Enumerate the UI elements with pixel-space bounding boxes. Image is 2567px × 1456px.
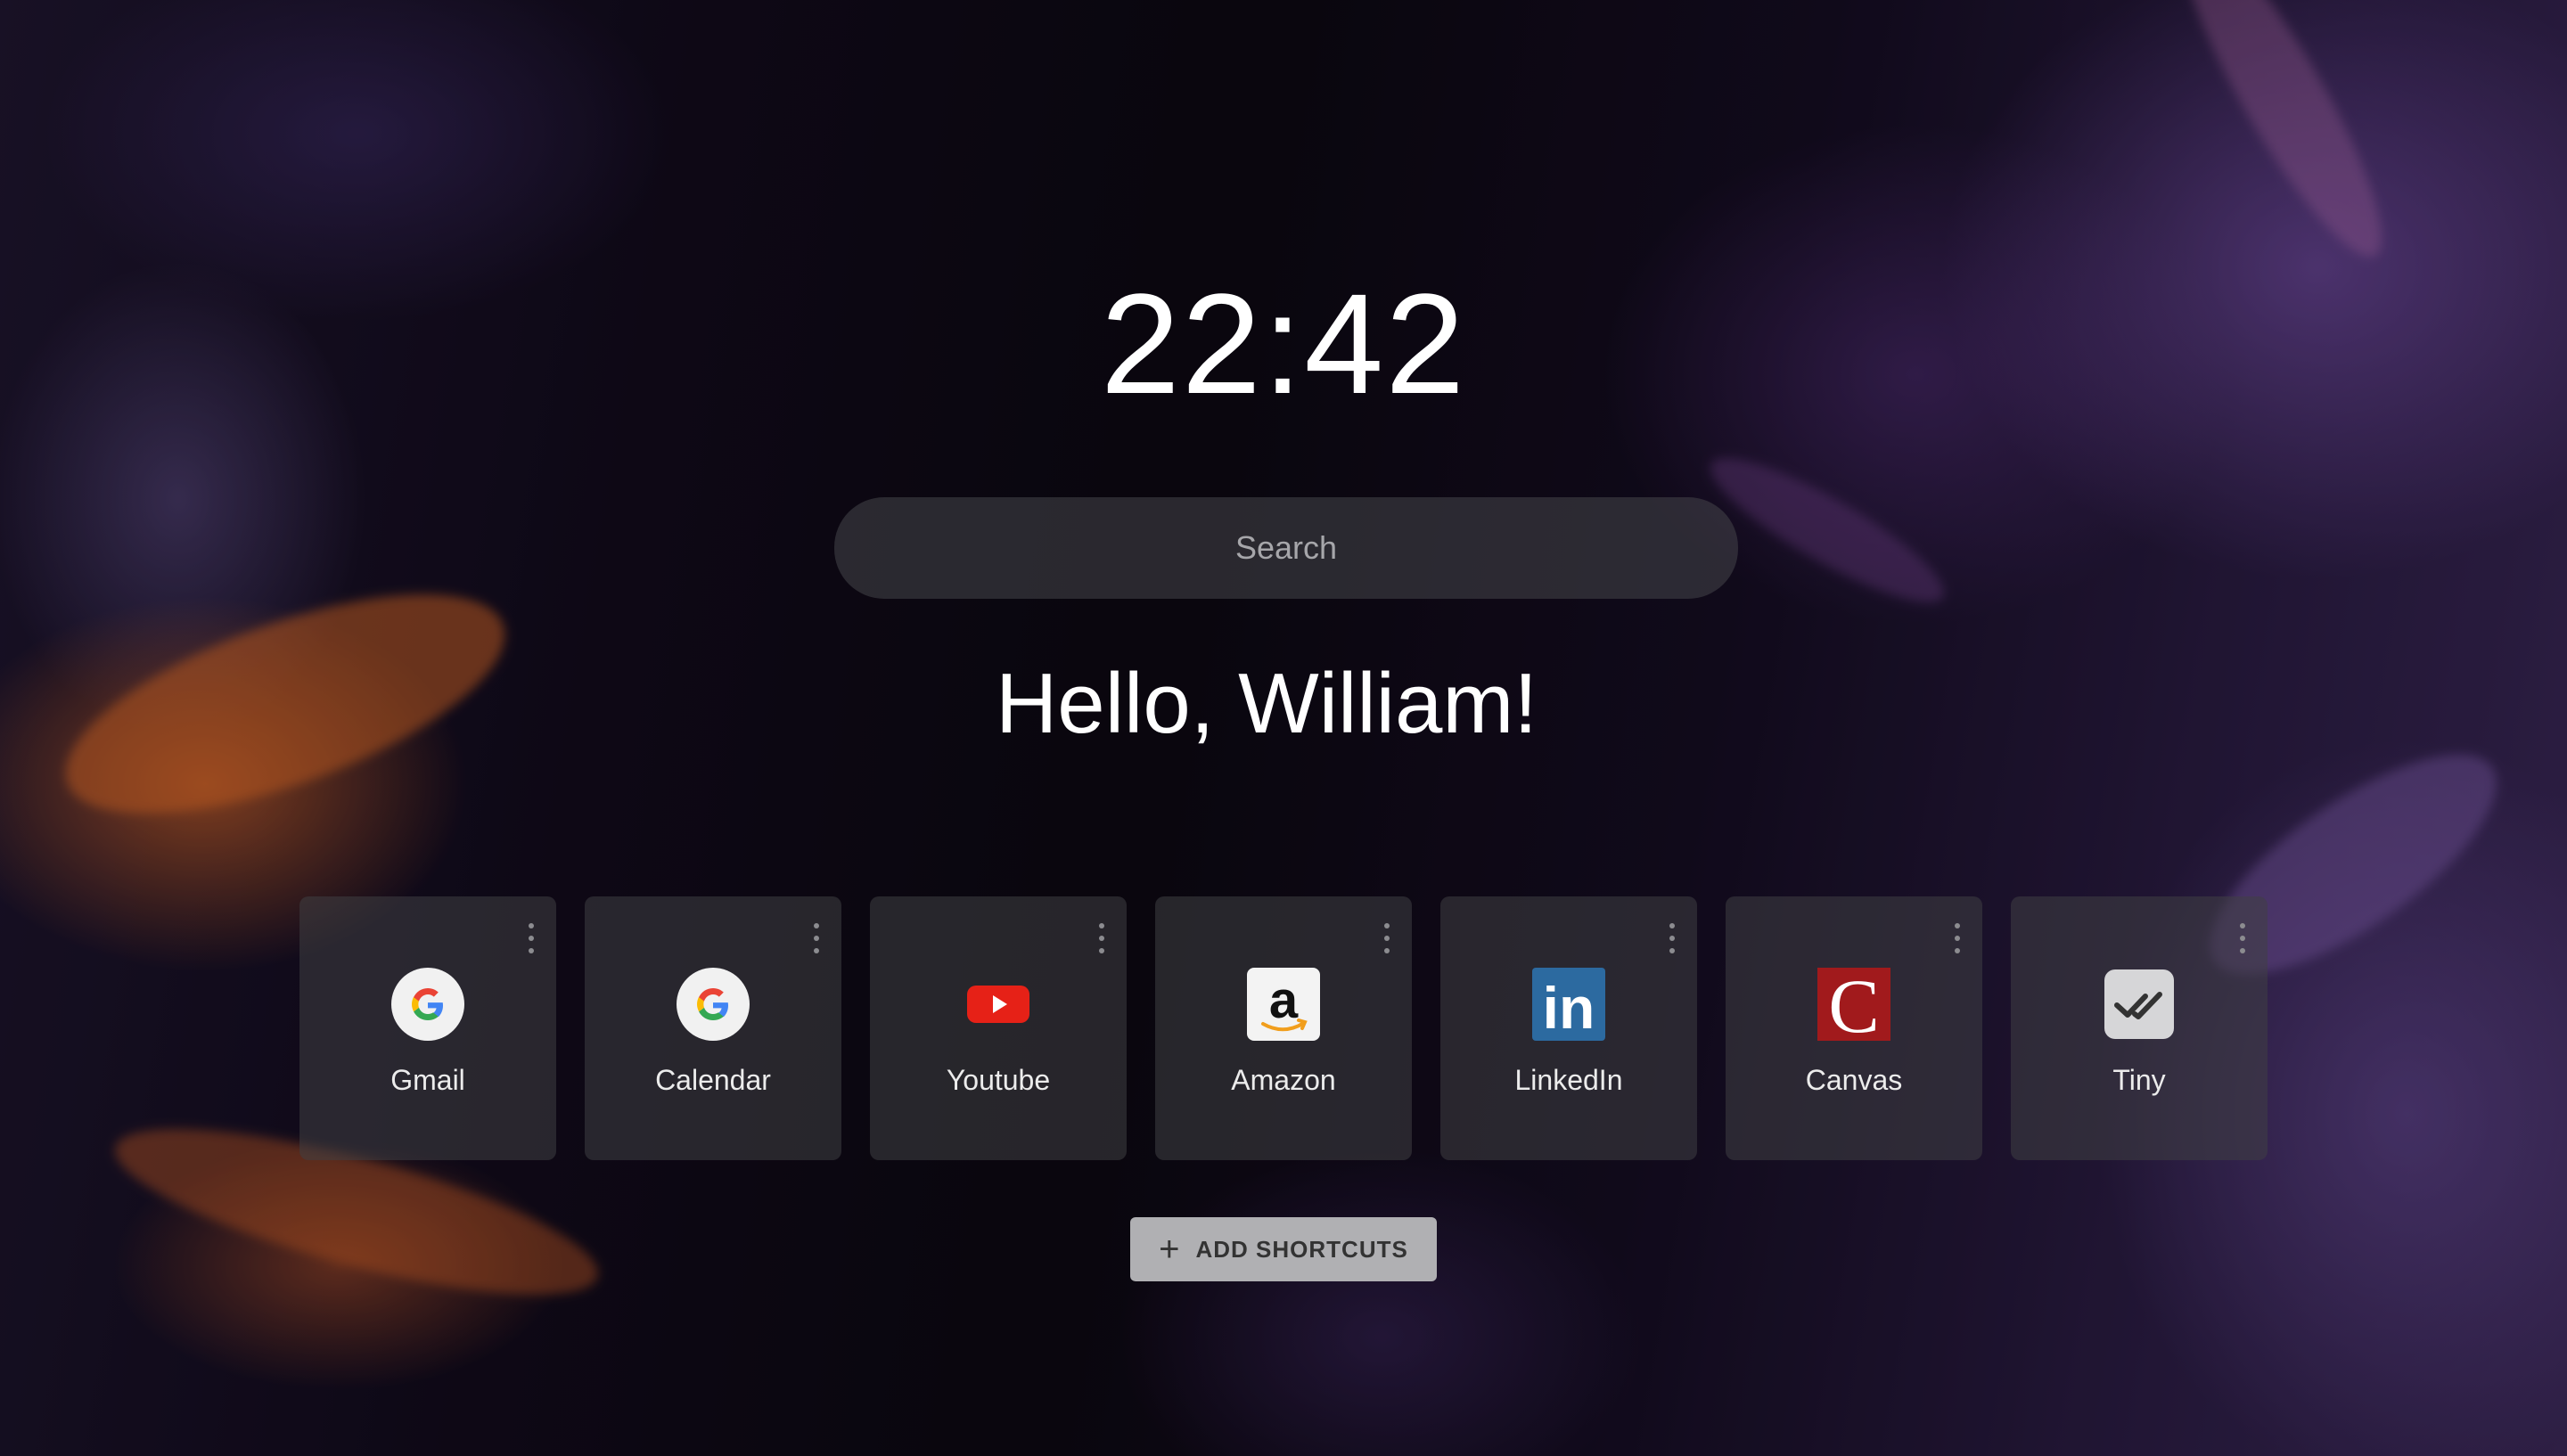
shortcut-calendar[interactable]: Calendar (585, 896, 841, 1160)
google-g-icon (677, 968, 750, 1041)
svg-text:C: C (1828, 968, 1879, 1041)
shortcut-label: Youtube (946, 1064, 1051, 1096)
more-options-icon[interactable] (1096, 923, 1107, 953)
add-shortcuts-button[interactable]: + ADD SHORTCUTS (1130, 1217, 1437, 1281)
clock: 22:42 (1100, 264, 1467, 423)
shortcut-linkedin[interactable]: in LinkedIn (1440, 896, 1697, 1160)
svg-text:in: in (1543, 975, 1595, 1041)
linkedin-icon: in (1532, 968, 1605, 1041)
shortcut-youtube[interactable]: Youtube (870, 896, 1127, 1160)
shortcut-amazon[interactable]: a Amazon (1155, 896, 1412, 1160)
shortcut-label: Canvas (1805, 1064, 1903, 1096)
shortcuts-grid: Gmail Calendar Youtube a Amazon in Linke… (299, 896, 2268, 1160)
add-shortcuts-label: ADD SHORTCUTS (1195, 1235, 1408, 1263)
shortcut-label: Calendar (655, 1064, 771, 1096)
greeting: Hello, William! (995, 656, 1538, 751)
shortcut-label: LinkedIn (1514, 1064, 1623, 1096)
more-options-icon[interactable] (1667, 923, 1677, 953)
amazon-icon: a (1247, 968, 1320, 1041)
more-options-icon[interactable] (811, 923, 822, 953)
shortcut-label: Amazon (1231, 1064, 1336, 1096)
google-g-icon (391, 968, 464, 1041)
more-options-icon[interactable] (1382, 923, 1392, 953)
shortcut-label: Tiny (2112, 1064, 2166, 1096)
more-options-icon[interactable] (1952, 923, 1963, 953)
more-options-icon[interactable] (526, 923, 537, 953)
tiny-checkmark-icon (2103, 968, 2176, 1041)
canvas-icon: C (1817, 968, 1890, 1041)
shortcut-label: Gmail (390, 1064, 465, 1096)
shortcut-tiny[interactable]: Tiny (2011, 896, 2268, 1160)
shortcut-canvas[interactable]: C Canvas (1726, 896, 1982, 1160)
search-input[interactable] (834, 497, 1738, 599)
shortcut-gmail[interactable]: Gmail (299, 896, 556, 1160)
more-options-icon[interactable] (2237, 923, 2248, 953)
svg-text:a: a (1269, 971, 1299, 1029)
plus-icon: + (1159, 1230, 1180, 1269)
youtube-icon (962, 968, 1035, 1041)
